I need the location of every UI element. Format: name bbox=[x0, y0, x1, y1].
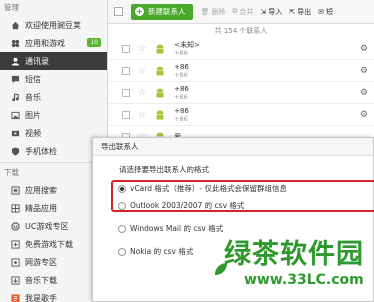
sms-button[interactable]: ✉ 短 bbox=[318, 7, 333, 17]
contacts-icon bbox=[10, 56, 20, 66]
watermark: 绿茶软件园 www.33LC.com bbox=[214, 232, 372, 300]
sidebar-item-label: 应用搜索 bbox=[25, 185, 57, 195]
row-checkbox[interactable] bbox=[122, 110, 130, 119]
list-item[interactable]: ☆ <未知> +86 ⚙ bbox=[108, 38, 374, 60]
sidebar-item-singer[interactable]: 我是歌手 bbox=[0, 289, 107, 302]
merge-icon: ⧉ bbox=[232, 7, 238, 15]
select-all-checkbox[interactable] bbox=[114, 7, 123, 16]
radio-nokia-csv[interactable] bbox=[118, 247, 126, 256]
star-icon[interactable]: ☆ bbox=[138, 88, 146, 98]
music-download-icon bbox=[10, 275, 20, 285]
gear-icon[interactable]: ⚙ bbox=[360, 66, 368, 76]
star-icon[interactable]: ☆ bbox=[138, 110, 146, 120]
sidebar-item-label: 网游专区 bbox=[25, 257, 57, 267]
sidebar-item-label: 音乐下载 bbox=[25, 275, 57, 285]
sidebar-item-welcome[interactable]: 欢迎使用豌豆荚 bbox=[0, 16, 107, 34]
export-icon: ⇱ bbox=[289, 7, 296, 16]
sidebar-item-label: 手机体检 bbox=[25, 146, 57, 156]
sidebar-item-label: 通讯录 bbox=[25, 56, 49, 66]
sidebar-item-label: 应用和游戏 bbox=[25, 38, 65, 48]
android-avatar-icon bbox=[154, 65, 166, 77]
shield-icon bbox=[10, 146, 20, 156]
android-avatar-icon bbox=[154, 43, 166, 55]
new-contact-button[interactable]: + 新建联系人 bbox=[131, 3, 193, 20]
gear-icon[interactable]: ⚙ bbox=[360, 44, 368, 54]
sidebar-item-label: 视频 bbox=[25, 128, 41, 138]
apps-icon bbox=[10, 38, 20, 48]
sidebar-item-label: 精品应用 bbox=[25, 203, 57, 213]
sidebar-item-contacts[interactable]: 通讯录 bbox=[0, 52, 107, 70]
delete-button[interactable]: 🗑 删除 bbox=[201, 7, 226, 17]
contact-count: 共 154 个联系人 bbox=[214, 27, 268, 35]
sidebar-item-images[interactable]: 图片 bbox=[0, 106, 107, 124]
row-checkbox[interactable] bbox=[122, 88, 130, 97]
watermark-url: www.33LC.com bbox=[244, 272, 364, 288]
star-icon[interactable]: ☆ bbox=[138, 66, 146, 76]
watermark-title: 绿茶软件园 bbox=[224, 239, 364, 270]
grid-icon bbox=[10, 203, 20, 213]
trash-icon: 🗑 bbox=[200, 7, 210, 16]
radio-windows-mail-csv[interactable] bbox=[118, 224, 126, 233]
star-icon[interactable]: ☆ bbox=[138, 44, 146, 54]
sidebar-item-sms[interactable]: 短信 bbox=[0, 70, 107, 88]
sidebar-item-label: 图片 bbox=[25, 110, 41, 120]
sidebar-item-label: 免费游戏下载 bbox=[25, 239, 73, 249]
home-icon bbox=[10, 20, 20, 30]
merge-button[interactable]: ⧉ 合并 bbox=[232, 7, 253, 17]
sidebar-item-uc-games[interactable]: UC游戏专区 bbox=[0, 217, 107, 235]
import-button[interactable]: ⇲ 导入 bbox=[260, 7, 282, 17]
android-avatar-icon bbox=[154, 87, 166, 99]
sidebar-section-download: 下载 ⊕ bbox=[0, 165, 107, 181]
sidebar-section-manage: 管理 bbox=[4, 3, 19, 12]
uc-icon bbox=[10, 221, 20, 231]
gear-icon[interactable]: ⚙ bbox=[360, 88, 368, 98]
sidebar-item-label: 欢迎使用豌豆荚 bbox=[25, 20, 81, 30]
sidebar-item-app-search[interactable]: 应用搜索 bbox=[0, 181, 107, 199]
music-icon bbox=[10, 92, 20, 102]
list-item[interactable]: ☆ +86 +86 ⚙ bbox=[108, 104, 374, 126]
list-icon bbox=[10, 185, 20, 195]
dialog-prompt: 请选择要导出联系人的格式 bbox=[119, 165, 209, 174]
game-icon bbox=[10, 239, 20, 249]
gear-icon[interactable]: ⚙ bbox=[360, 110, 368, 120]
android-avatar-icon bbox=[154, 109, 166, 121]
sidebar-item-free-games[interactable]: 免费游戏下载 bbox=[0, 235, 107, 253]
sidebar-item-music[interactable]: 音乐 bbox=[0, 88, 107, 106]
sidebar-item-online-games[interactable]: 网游专区 bbox=[0, 253, 107, 271]
list-item[interactable]: ☆ +86 +86 ⚙ bbox=[108, 60, 374, 82]
video-icon bbox=[10, 128, 20, 138]
sidebar-item-label: 短信 bbox=[25, 74, 41, 84]
apps-count-badge: 10 bbox=[87, 38, 101, 47]
list-item[interactable]: ☆ +86 +86 ⚙ bbox=[108, 82, 374, 104]
import-icon: ⇲ bbox=[260, 7, 267, 16]
image-icon bbox=[10, 110, 20, 120]
toolbar: + 新建联系人 🗑 删除 ⧉ 合并 ⇲ 导入 ⇱ 导出 ✉ 短 bbox=[108, 0, 374, 24]
row-checkbox[interactable] bbox=[122, 44, 130, 53]
app-window: 管理 欢迎使用豌豆荚 应用和游戏 10 通讯录 短信 音乐 图片 视频 手机体检… bbox=[0, 0, 374, 302]
row-checkbox[interactable] bbox=[122, 66, 130, 75]
sidebar-item-label: 我是歌手 bbox=[25, 293, 57, 302]
sms-icon: ✉ bbox=[318, 7, 325, 16]
gamepad-icon bbox=[10, 257, 20, 267]
sidebar-item-apps[interactable]: 应用和游戏 10 bbox=[0, 34, 107, 52]
contact-list: ☆ <未知> +86 ⚙ ☆ +86 +86 ⚙ ☆ +86 +86 ⚙ ☆ +86 +… bbox=[108, 38, 374, 148]
sidebar-item-label: UC游戏专区 bbox=[25, 221, 69, 231]
singer-icon bbox=[10, 293, 20, 302]
sidebar-item-phone-check[interactable]: 手机体检 bbox=[0, 142, 107, 160]
sidebar-item-featured-apps[interactable]: 精品应用 bbox=[0, 199, 107, 217]
plus-icon: + bbox=[135, 7, 144, 16]
sidebar-item-music-download[interactable]: 音乐下载 bbox=[0, 271, 107, 289]
sidebar-divider bbox=[0, 162, 107, 163]
message-icon bbox=[10, 74, 20, 84]
export-button[interactable]: ⇱ 导出 bbox=[289, 7, 311, 17]
dialog-title: 导出联系人 bbox=[93, 138, 373, 156]
leaf-icon bbox=[215, 263, 227, 275]
sidebar-item-label: 音乐 bbox=[25, 92, 41, 102]
highlight-box bbox=[111, 180, 374, 212]
sidebar-item-video[interactable]: 视频 bbox=[0, 124, 107, 142]
